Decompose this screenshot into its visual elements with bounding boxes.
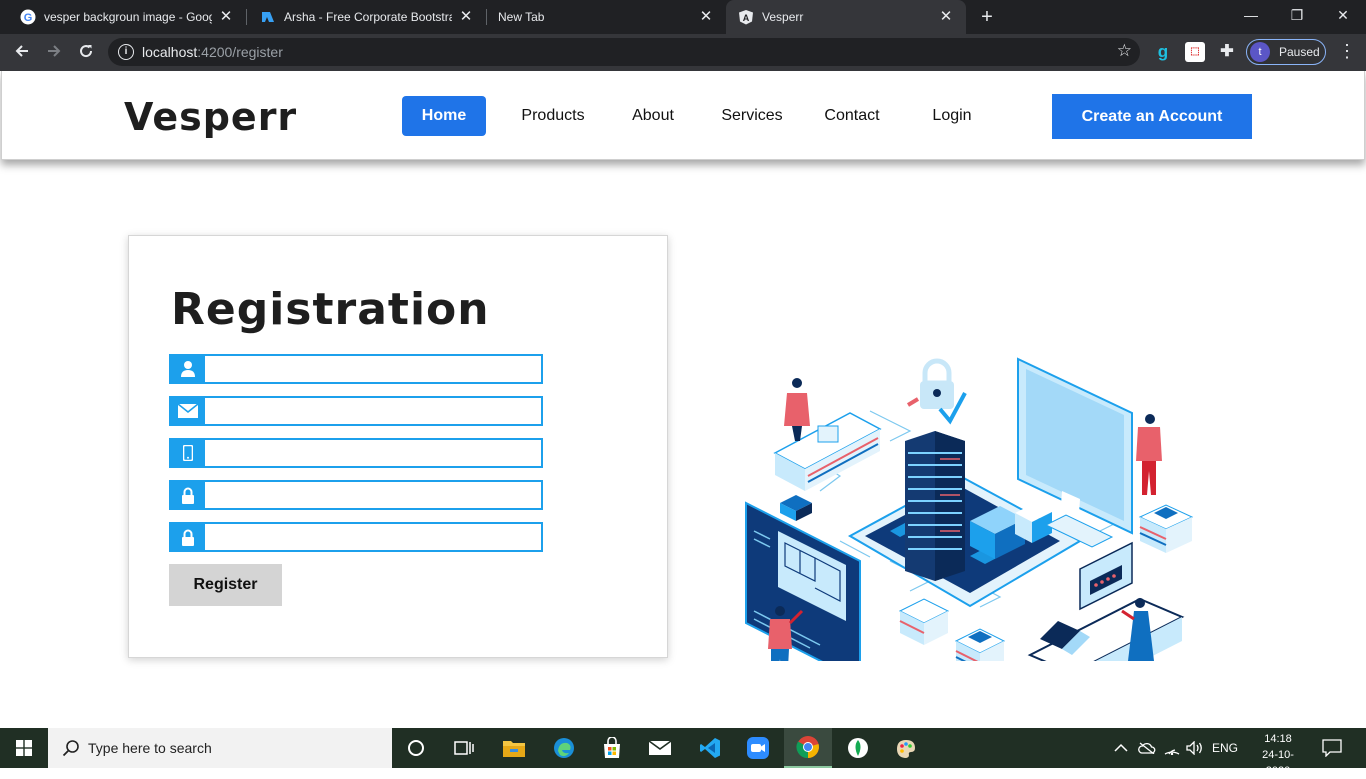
profile-status: Paused — [1279, 45, 1320, 59]
envelope-icon — [171, 398, 205, 424]
new-tab-button[interactable]: + — [976, 6, 998, 28]
file-explorer-icon[interactable] — [490, 728, 538, 768]
window-close-button[interactable]: ✕ — [1320, 0, 1366, 30]
mail-icon[interactable] — [636, 728, 684, 768]
isometric-city-illustration — [745, 357, 1194, 661]
wifi-icon[interactable] — [1164, 728, 1180, 768]
create-account-button[interactable]: Create an Account — [1052, 94, 1252, 139]
page-content: Vesperr Home Products About Services Con… — [0, 71, 1366, 728]
edge-browser-icon[interactable] — [540, 728, 588, 768]
action-center-icon[interactable] — [1322, 728, 1342, 768]
arrow-right-icon — [48, 45, 61, 57]
tab-title: New Tab — [498, 10, 545, 24]
taskbar-search[interactable]: Type here to search — [48, 728, 392, 768]
tab-google-search[interactable]: G vesper backgroun image - Googl ✕ — [0, 0, 246, 34]
lock-icon — [171, 482, 205, 508]
profile-button[interactable]: t Paused — [1246, 39, 1326, 65]
svg-text:G: G — [24, 12, 33, 24]
email-input[interactable] — [205, 398, 541, 424]
name-field — [169, 354, 543, 384]
avatar: t — [1250, 42, 1270, 62]
puzzle-extensions-icon[interactable]: ✚ — [1217, 42, 1237, 62]
reload-button[interactable] — [74, 41, 98, 65]
minimize-button[interactable]: — — [1228, 0, 1274, 30]
reload-icon — [80, 45, 93, 58]
tab-title: Vesperr — [762, 10, 804, 24]
password-input[interactable] — [205, 482, 541, 508]
zoom-icon[interactable] — [734, 728, 782, 768]
menu-dots-icon[interactable]: ⋮ — [1338, 42, 1356, 60]
url-text: localhost:4200/register — [142, 44, 283, 60]
forward-button[interactable] — [42, 41, 66, 65]
tab-title: vesper backgroun image - Googl — [44, 10, 212, 24]
extension-icon[interactable]: ⬚ — [1185, 42, 1205, 62]
close-icon[interactable]: ✕ — [218, 9, 234, 25]
input-language[interactable]: ENG — [1212, 728, 1238, 768]
registration-card: Registration Register — [128, 235, 668, 658]
phone-field — [169, 438, 543, 468]
nav-about[interactable]: About — [622, 96, 684, 136]
nav-home[interactable]: Home — [402, 96, 486, 136]
search-placeholder: Type here to search — [88, 740, 212, 756]
show-hidden-icons[interactable] — [1114, 728, 1128, 768]
address-bar[interactable]: i localhost:4200/register ☆ — [108, 38, 1140, 66]
tab-arsha[interactable]: Arsha - Free Corporate Bootstrap ✕ — [246, 0, 486, 34]
onedrive-icon[interactable] — [1138, 728, 1156, 768]
svg-text:A: A — [743, 13, 750, 23]
site-header: Vesperr Home Products About Services Con… — [1, 71, 1365, 160]
vscode-icon[interactable] — [686, 728, 734, 768]
cortana-icon[interactable] — [392, 728, 440, 768]
task-view-icon[interactable] — [440, 728, 488, 768]
arsha-icon — [260, 9, 276, 25]
google-icon: G — [20, 9, 36, 25]
user-icon — [171, 356, 205, 382]
nav-contact[interactable]: Contact — [816, 96, 888, 136]
paint-icon[interactable] — [882, 728, 930, 768]
nav-login[interactable]: Login — [924, 96, 980, 136]
page-title: Registration — [171, 284, 490, 335]
browser-tab-strip: G vesper backgroun image - Googl ✕ Arsha… — [0, 0, 1366, 34]
brand-logo[interactable]: Vesperr — [124, 95, 297, 139]
email-field — [169, 396, 543, 426]
grammarly-extension-icon[interactable]: g — [1153, 42, 1173, 62]
password-field — [169, 480, 543, 510]
name-input[interactable] — [205, 356, 541, 382]
browser-toolbar: i localhost:4200/register ☆ g ⬚ ✚ t Paus… — [0, 34, 1366, 71]
phone-input[interactable] — [205, 440, 541, 466]
microsoft-store-icon[interactable] — [588, 728, 636, 768]
tab-title: Arsha - Free Corporate Bootstrap — [284, 10, 452, 24]
chrome-icon[interactable] — [784, 728, 832, 768]
close-icon[interactable]: ✕ — [698, 9, 714, 25]
close-icon[interactable]: ✕ — [458, 9, 474, 25]
nav-services[interactable]: Services — [714, 96, 790, 136]
arrow-left-icon — [15, 45, 28, 57]
system-clock[interactable]: 14:18 24-10-2020 — [1250, 731, 1306, 779]
back-button[interactable] — [10, 41, 34, 65]
clock-time: 14:18 — [1264, 733, 1292, 745]
windows-taskbar: Type here to search ENG 14:18 24-10-2020 — [0, 728, 1366, 777]
chevron-up-icon — [1114, 743, 1128, 752]
register-button[interactable]: Register — [169, 564, 282, 606]
close-icon[interactable]: ✕ — [938, 9, 954, 25]
volume-icon[interactable] — [1186, 728, 1204, 768]
windows-logo-icon — [16, 740, 32, 756]
clock-date: 24-10-2020 — [1262, 749, 1294, 777]
tab-vesperr[interactable]: A Vesperr ✕ — [726, 0, 966, 34]
confirm-password-input[interactable] — [205, 524, 541, 550]
angular-icon: A — [738, 9, 754, 25]
lock-icon — [171, 524, 205, 550]
windows-start-button[interactable] — [0, 728, 48, 768]
search-icon — [62, 740, 79, 757]
tab-new-tab[interactable]: New Tab ✕ — [486, 0, 726, 34]
info-icon[interactable]: i — [118, 44, 134, 60]
bookmark-star-icon[interactable]: ☆ — [1117, 41, 1132, 61]
restore-button[interactable]: ❐ — [1274, 0, 1320, 30]
confirm-password-field — [169, 522, 543, 552]
nav-products[interactable]: Products — [512, 96, 594, 136]
mongodb-compass-icon[interactable] — [834, 728, 882, 768]
mobile-icon — [171, 440, 205, 466]
